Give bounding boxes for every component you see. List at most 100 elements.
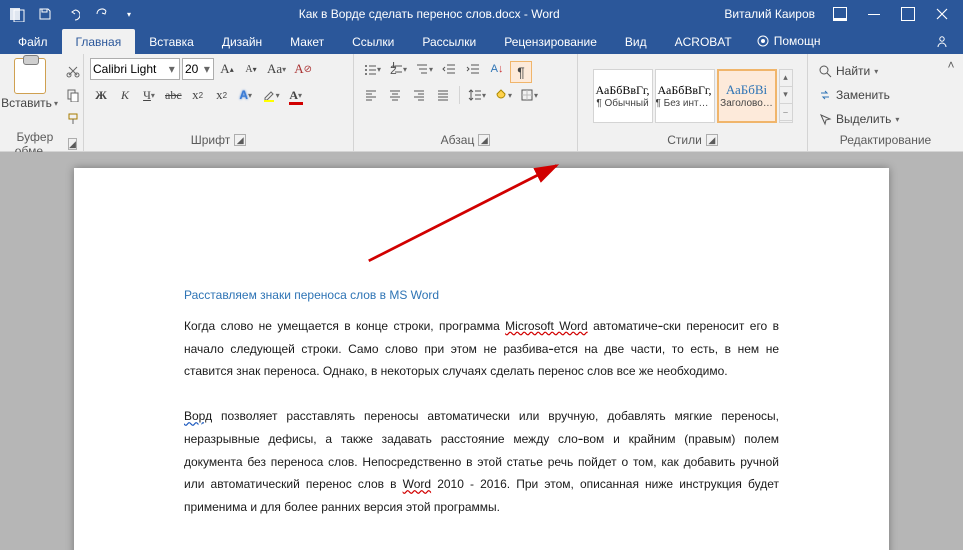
replace-label: Заменить [836,88,890,102]
window-title: Как в Ворде сделать перенос слов.docx - … [142,7,716,21]
style-normal[interactable]: АаБбВвГг,¶ Обычный [593,69,653,123]
close-icon[interactable] [925,0,959,28]
font-label: Шрифт [191,133,230,147]
font-dialog-launcher[interactable]: ◢ [234,134,246,146]
tab-insert[interactable]: Вставка [135,29,208,54]
font-name-input[interactable] [93,62,167,76]
cut-icon[interactable] [62,60,84,82]
collapse-ribbon-icon[interactable]: ˄ [941,56,961,74]
styles-label: Стили [667,133,702,147]
find-icon [818,64,832,78]
styles-gallery-more[interactable]: ▴▾⎯ [779,69,793,123]
replace-icon [818,88,832,102]
find-button[interactable]: Найти▾ [814,60,957,82]
maximize-icon[interactable] [891,0,925,28]
share-button[interactable] [921,28,963,54]
clear-formatting-icon[interactable]: A⊘ [291,58,315,80]
select-button[interactable]: Выделить▾ [814,108,957,130]
line-spacing-icon[interactable]: ▾ [465,84,489,106]
grow-font-icon[interactable]: A▴ [216,58,238,80]
doc-heading[interactable]: Расставляем знаки переноса слов в MS Wor… [184,278,779,305]
ribbon: ˄ Вставить▾ Буфер обме…◢ ▾ ▾ A▴ A▾ Aa▾ [0,54,963,152]
editing-label: Редактирование [840,133,931,147]
page[interactable]: Расставляем знаки переноса слов в MS Wor… [74,168,889,550]
save-icon[interactable] [32,2,58,26]
word-app-icon[interactable] [4,2,30,26]
ribbon-display-options-icon[interactable] [823,0,857,28]
group-styles: АаБбВвГг,¶ Обычный АаБбВвГг,¶ Без инте… … [578,54,808,151]
svg-text:2: 2 [390,63,397,76]
subscript-icon[interactable]: x2 [187,84,209,106]
tab-design[interactable]: Дизайн [208,29,276,54]
font-color-icon[interactable]: A▾ [285,84,307,106]
undo-icon[interactable] [60,2,86,26]
tell-me[interactable]: Помощн [746,28,831,54]
font-size-combo[interactable]: ▾ [182,58,214,80]
copy-icon[interactable] [62,84,84,106]
show-hide-paragraph-marks-button[interactable]: ¶ [510,61,532,83]
paragraph-label: Абзац [441,133,475,147]
highlight-icon[interactable]: ▾ [259,84,283,106]
group-paragraph: ▾ 12▾ ▾ A↓ ¶ ▾ ▾ ▾ Абзац◢ [354,54,578,151]
quick-access-toolbar: ▾ [4,2,142,26]
paste-button[interactable]: Вставить▾ [0,58,60,110]
format-painter-icon[interactable] [62,108,84,130]
multilevel-list-icon[interactable]: ▾ [412,58,436,80]
tab-references[interactable]: Ссылки [338,29,408,54]
align-center-icon[interactable] [384,84,406,106]
font-size-input[interactable] [185,62,203,76]
minimize-icon[interactable] [857,0,891,28]
tab-file[interactable]: Файл [4,29,62,54]
styles-dialog-launcher[interactable]: ◢ [706,134,718,146]
title-bar: ▾ Как в Ворде сделать перенос слов.docx … [0,0,963,28]
paste-label: Вставить [1,96,52,110]
change-case-icon[interactable]: Aa▾ [264,58,289,80]
tab-home[interactable]: Главная [62,29,136,54]
decrease-indent-icon[interactable] [438,58,460,80]
qat-customize-icon[interactable]: ▾ [116,2,142,26]
shrink-font-icon[interactable]: A▾ [240,58,262,80]
styles-gallery: АаБбВвГг,¶ Обычный АаБбВвГг,¶ Без инте… … [593,69,793,123]
strikethrough-icon[interactable]: abc [162,84,185,106]
sort-icon[interactable]: A↓ [486,58,508,80]
text-effects-icon[interactable]: A▾ [235,84,257,106]
borders-icon[interactable]: ▾ [517,84,541,106]
tab-acrobat[interactable]: ACROBAT [661,29,746,54]
ribbon-tab-strip: Файл Главная Вставка Дизайн Макет Ссылки… [0,28,963,54]
group-font: ▾ ▾ A▴ A▾ Aa▾ A⊘ Ж К Ч▾ abc x2 x2 A▾ ▾ A… [84,54,354,151]
tab-layout[interactable]: Макет [276,29,338,54]
paste-icon [14,58,46,94]
document-area[interactable]: Расставляем знаки переноса слов в MS Wor… [0,152,963,550]
group-editing: Найти▾ Заменить Выделить▾ Редактирование [808,54,963,151]
group-clipboard: Вставить▾ Буфер обме…◢ [0,54,84,151]
tab-view[interactable]: Вид [611,29,661,54]
align-right-icon[interactable] [408,84,430,106]
doc-paragraph-2[interactable]: Ворд позволяет расставлять переносы авто… [184,405,779,519]
window-buttons [823,0,959,28]
increase-indent-icon[interactable] [462,58,484,80]
select-label: Выделить [836,112,891,126]
tab-review[interactable]: Рецензирование [490,29,611,54]
style-heading1[interactable]: АаБбВіЗаголово… [717,69,777,123]
underline-icon[interactable]: Ч▾ [138,84,160,106]
numbering-icon[interactable]: 12▾ [386,58,410,80]
redo-icon[interactable] [88,2,114,26]
replace-button[interactable]: Заменить [814,84,957,106]
bullets-icon[interactable]: ▾ [360,58,384,80]
paragraph-dialog-launcher[interactable]: ◢ [478,134,490,146]
select-icon [818,112,832,126]
style-no-spacing[interactable]: АаБбВвГг,¶ Без инте… [655,69,715,123]
shading-icon[interactable]: ▾ [491,84,515,106]
bold-icon[interactable]: Ж [90,84,112,106]
italic-icon[interactable]: К [114,84,136,106]
find-label: Найти [836,64,870,78]
tell-me-label: Помощн [774,34,821,48]
tab-mailings[interactable]: Рассылки [408,29,490,54]
doc-paragraph-1[interactable]: Когда слово не умещается в конце строки,… [184,315,779,383]
align-left-icon[interactable] [360,84,382,106]
clipboard-dialog-launcher[interactable]: ◢ [68,138,77,150]
superscript-icon[interactable]: x2 [211,84,233,106]
justify-icon[interactable] [432,84,454,106]
font-name-combo[interactable]: ▾ [90,58,180,80]
user-name[interactable]: Виталий Каиров [716,7,823,21]
